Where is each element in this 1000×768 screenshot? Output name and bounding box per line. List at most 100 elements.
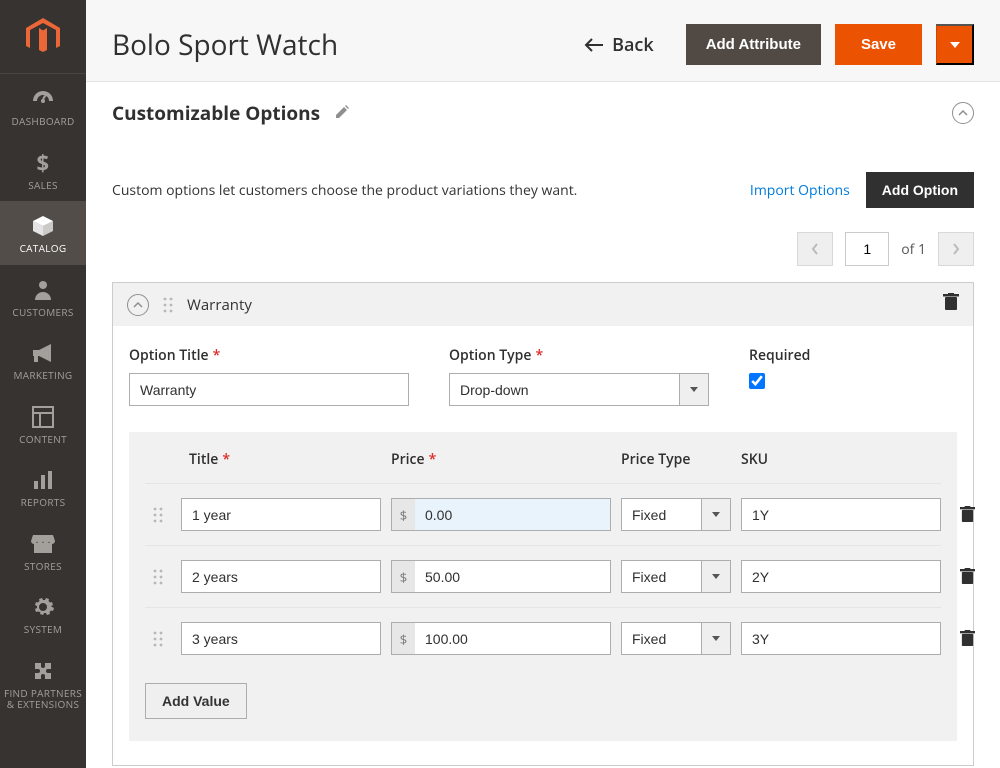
col-sku: SKU xyxy=(741,450,941,469)
save-dropdown-toggle[interactable] xyxy=(936,24,974,65)
table-header-row: Title* Price* Price Type SKU xyxy=(145,450,941,483)
row-price-type-toggle[interactable] xyxy=(701,560,731,593)
caret-down-icon xyxy=(712,636,720,641)
caret-down-icon xyxy=(690,387,698,392)
pencil-icon xyxy=(334,104,350,120)
row-price-type-select[interactable] xyxy=(621,498,731,531)
save-button[interactable]: Save xyxy=(835,24,922,65)
nav-reports[interactable]: REPORTS xyxy=(0,455,86,519)
pager-current-input[interactable] xyxy=(845,232,889,266)
chevron-up-icon xyxy=(133,302,143,308)
delete-row-button[interactable] xyxy=(951,568,983,585)
option-title-field: Option Title* xyxy=(129,346,409,406)
pager-next-button[interactable] xyxy=(938,232,974,266)
row-drag-handle[interactable] xyxy=(145,631,171,647)
option-type-value[interactable] xyxy=(449,373,679,406)
nav-catalog[interactable]: CATALOG xyxy=(0,201,86,265)
chevron-left-icon xyxy=(811,243,819,255)
add-option-button[interactable]: Add Option xyxy=(866,172,974,208)
row-drag-handle[interactable] xyxy=(145,507,171,523)
nav-label: SALES xyxy=(28,180,58,192)
row-drag-handle[interactable] xyxy=(145,569,171,585)
person-icon xyxy=(30,277,56,303)
nav-system[interactable]: SYSTEM xyxy=(0,582,86,646)
required-field: Required xyxy=(749,346,810,406)
row-sku-input[interactable] xyxy=(741,622,941,655)
svg-text:$: $ xyxy=(37,151,50,175)
nav-marketing[interactable]: MARKETING xyxy=(0,328,86,392)
row-price-type-select[interactable] xyxy=(621,622,731,655)
left-sidebar: DASHBOARD $ SALES CATALOG CUSTOMERS MARK… xyxy=(0,0,86,768)
intro-text: Custom options let customers choose the … xyxy=(112,181,750,200)
nav-customers[interactable]: CUSTOMERS xyxy=(0,265,86,329)
row-price-type-select[interactable] xyxy=(621,560,731,593)
option-card-body: Option Title* Option Type* Requ xyxy=(113,326,973,765)
nav-label: REPORTS xyxy=(21,497,66,509)
pager-of-label: of 1 xyxy=(901,240,926,259)
row-price-input[interactable] xyxy=(415,498,611,531)
option-type-select[interactable] xyxy=(449,373,709,406)
row-sku-input[interactable] xyxy=(741,560,941,593)
chevron-right-icon xyxy=(952,243,960,255)
content: Customizable Options Custom options let … xyxy=(86,82,1000,768)
table-row: $ xyxy=(145,607,941,669)
pager: of 1 xyxy=(112,232,974,266)
required-checkbox[interactable] xyxy=(749,373,765,389)
trash-icon xyxy=(960,568,975,585)
grip-icon xyxy=(163,297,173,313)
row-price-input[interactable] xyxy=(415,560,611,593)
add-value-button[interactable]: Add Value xyxy=(145,683,247,719)
nav-partners[interactable]: FIND PARTNERS & EXTENSIONS xyxy=(0,646,86,721)
back-button[interactable]: Back xyxy=(584,33,654,57)
row-price-wrap: $ xyxy=(391,498,611,531)
store-icon xyxy=(30,531,56,557)
row-title-input[interactable] xyxy=(181,498,381,531)
gear-icon xyxy=(30,594,56,620)
option-type-field: Option Type* xyxy=(449,346,709,406)
option-title-input[interactable] xyxy=(129,373,409,406)
option-title-label: Option Title* xyxy=(129,346,409,365)
delete-row-button[interactable] xyxy=(951,630,983,647)
row-sku-input[interactable] xyxy=(741,498,941,531)
puzzle-icon xyxy=(30,658,56,684)
bars-icon xyxy=(30,467,56,493)
nav-stores[interactable]: STORES xyxy=(0,519,86,583)
row-price-type-value[interactable] xyxy=(621,622,701,655)
nav-label: SYSTEM xyxy=(24,624,62,636)
option-type-toggle[interactable] xyxy=(679,373,709,406)
row-price-type-value[interactable] xyxy=(621,498,701,531)
section-collapse-toggle[interactable] xyxy=(952,102,974,124)
row-price-type-toggle[interactable] xyxy=(701,498,731,531)
nav-label: CONTENT xyxy=(19,434,67,446)
option-card-header: Warranty xyxy=(113,283,973,326)
row-title-input[interactable] xyxy=(181,560,381,593)
row-title-input[interactable] xyxy=(181,622,381,655)
edit-section-button[interactable] xyxy=(334,100,350,126)
trash-icon xyxy=(960,630,975,647)
row-price-input[interactable] xyxy=(415,622,611,655)
nav-label: CATALOG xyxy=(20,243,67,255)
nav-label: STORES xyxy=(24,561,62,573)
option-drag-handle[interactable] xyxy=(161,296,175,314)
row-price-type-value[interactable] xyxy=(621,560,701,593)
magento-logo[interactable] xyxy=(0,0,86,74)
add-attribute-button[interactable]: Add Attribute xyxy=(686,24,821,65)
import-options-link[interactable]: Import Options xyxy=(750,181,850,200)
magento-logo-icon xyxy=(26,18,60,56)
pager-prev-button[interactable] xyxy=(797,232,833,266)
row-price-type-toggle[interactable] xyxy=(701,622,731,655)
nav-content[interactable]: CONTENT xyxy=(0,392,86,456)
nav-dashboard[interactable]: DASHBOARD xyxy=(0,74,86,138)
grip-icon xyxy=(153,631,163,647)
delete-row-button[interactable] xyxy=(951,506,983,523)
option-values-table: Title* Price* Price Type SKU $ xyxy=(129,432,957,741)
table-row: $ xyxy=(145,483,941,545)
option-name-display: Warranty xyxy=(187,295,252,315)
option-collapse-toggle[interactable] xyxy=(127,294,149,316)
delete-option-button[interactable] xyxy=(943,293,959,316)
nav-label: DASHBOARD xyxy=(11,116,74,128)
grip-icon xyxy=(153,569,163,585)
row-price-wrap: $ xyxy=(391,622,611,655)
nav-sales[interactable]: $ SALES xyxy=(0,138,86,202)
back-label: Back xyxy=(612,33,654,57)
